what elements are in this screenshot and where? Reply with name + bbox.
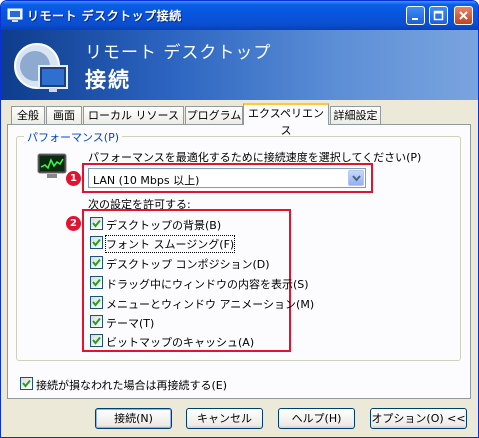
check-icon (92, 298, 101, 307)
option-label: ドラッグ中にウィンドウの内容を表示(S) (106, 278, 309, 291)
check-icon (22, 379, 31, 388)
header-banner: リモート デスクトップ 接続 (1, 30, 478, 100)
window-title: リモート デスクトップ接続 (27, 9, 182, 23)
tab-local-resources[interactable]: ローカル リソース (83, 106, 184, 124)
cancel-button[interactable]: キャンセル (186, 408, 263, 429)
checkbox[interactable] (90, 236, 103, 249)
performance-monitor-icon (37, 153, 67, 178)
remote-desktop-logo-icon (14, 43, 68, 92)
check-icon (92, 336, 101, 345)
checkbox[interactable] (90, 256, 103, 269)
option-label: ビットマップのキャッシュ(A) (106, 336, 255, 349)
help-button[interactable]: ヘルプ(H) (278, 408, 355, 429)
checkbox[interactable] (20, 377, 33, 390)
annotation-badge-1: 1 (66, 171, 81, 186)
reconnect-label: 接続が損なわれた場合は再接続する(E) (36, 379, 227, 392)
options-button[interactable]: オプション(O) << (370, 408, 467, 429)
close-button[interactable] (454, 6, 473, 25)
option-label: デスクトップ コンポジション(D) (106, 258, 270, 271)
title-bar[interactable]: リモート デスクトップ接続 (1, 1, 478, 30)
performance-group-label: パフォーマンス(P) (24, 129, 122, 145)
check-icon (92, 278, 101, 287)
close-icon (459, 11, 468, 20)
highlight-box-speed (82, 163, 373, 193)
option-label: デスクトップの背景(B) (106, 219, 222, 232)
banner-title-line2: 接続 (85, 68, 131, 92)
banner-title-line1: リモート デスクトップ (85, 43, 272, 63)
checkbox[interactable] (90, 296, 103, 309)
minimize-icon (412, 18, 418, 20)
tab-experience[interactable]: エクスペリエンス (243, 103, 329, 137)
remote-desktop-icon (7, 8, 23, 22)
option-label: テーマ(T) (106, 317, 155, 330)
remote-desktop-window: リモート デスクトップ接続 リモート デスクトップ 接続 全般 画面 ローカル … (0, 0, 479, 438)
tab-display[interactable]: 画面 (46, 106, 82, 124)
maximize-button[interactable] (429, 6, 448, 25)
check-icon (92, 219, 101, 228)
option-label: メニューとウィンドウ アニメーション(M) (106, 298, 315, 311)
option-label: フォント スムージング(F) (104, 235, 236, 253)
tab-programs[interactable]: プログラム (185, 106, 243, 124)
tab-general[interactable]: 全般 (11, 106, 45, 124)
annotation-badge-2: 2 (66, 216, 81, 231)
checkbox[interactable] (90, 276, 103, 289)
minimize-button[interactable] (406, 6, 425, 25)
check-icon (92, 317, 101, 326)
connect-button[interactable]: 接続(N) (95, 408, 172, 429)
maximize-icon (433, 10, 444, 21)
check-icon (92, 258, 101, 267)
tab-advanced[interactable]: 詳細設定 (330, 106, 381, 124)
checkbox[interactable] (90, 217, 103, 230)
check-icon (92, 238, 101, 247)
checkbox[interactable] (90, 334, 103, 347)
checkbox[interactable] (90, 315, 103, 328)
